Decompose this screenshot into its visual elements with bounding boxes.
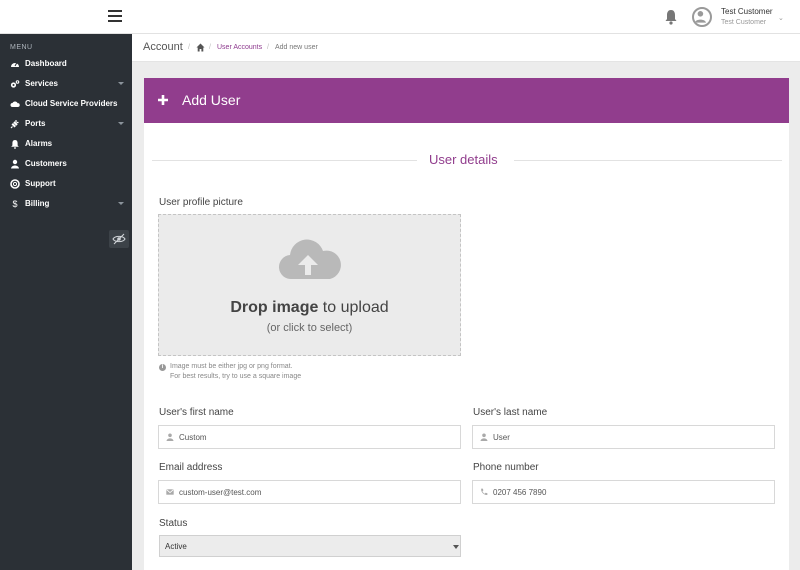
- section-divider: [152, 160, 417, 161]
- phone-icon: [481, 488, 488, 495]
- breadcrumb-separator: /: [209, 44, 211, 51]
- panel-title: Add User: [182, 92, 241, 108]
- sidebar-item-label: Support: [25, 179, 56, 188]
- image-hint-line-1: Image must be either jpg or png format.: [170, 363, 293, 370]
- sidebar-item-label: Customers: [25, 159, 67, 168]
- sidebar-item-label: Dashboard: [25, 59, 67, 68]
- phone-input[interactable]: [493, 484, 763, 500]
- status-select-value: Active: [165, 542, 187, 551]
- sidebar-item-label: Services: [25, 79, 58, 88]
- sidebar-item-label: Cloud Service Providers: [25, 99, 118, 108]
- panel-header: Add User: [144, 78, 789, 123]
- breadcrumb-current: Add new user: [275, 44, 318, 51]
- sidebar-collapse-toggle[interactable]: [109, 230, 129, 248]
- chevron-down-icon: [118, 122, 124, 125]
- email-label: Email address: [159, 462, 223, 473]
- last-name-field[interactable]: [472, 425, 775, 449]
- plug-icon: [10, 120, 19, 129]
- sidebar-item-alarms[interactable]: Alarms: [0, 134, 132, 154]
- home-icon[interactable]: [196, 43, 205, 52]
- phone-label: Phone number: [473, 462, 539, 473]
- plus-icon: [158, 95, 168, 105]
- eye-slash-icon: [112, 233, 126, 245]
- caret-down-icon: [453, 545, 459, 549]
- last-name-input[interactable]: [493, 429, 763, 445]
- sidebar-item-ports[interactable]: Ports: [0, 114, 132, 134]
- user-icon: [480, 433, 488, 441]
- menu-heading: MENU: [10, 44, 33, 51]
- chevron-down-icon: [118, 82, 124, 85]
- first-name-field[interactable]: [158, 425, 461, 449]
- chevron-down-icon[interactable]: ⌄: [778, 14, 784, 22]
- sidebar-item-label: Ports: [25, 119, 46, 128]
- profile-picture-label: User profile picture: [159, 197, 243, 208]
- life-ring-icon: [10, 179, 20, 189]
- sidebar-item-label: Billing: [25, 199, 50, 208]
- user-icon: [166, 433, 174, 441]
- first-name-label: User's first name: [159, 407, 234, 418]
- sidebar-item-services[interactable]: Services: [0, 74, 132, 94]
- chevron-down-icon: [118, 202, 124, 205]
- breadcrumb-separator: /: [188, 44, 190, 51]
- envelope-icon: [166, 489, 174, 495]
- sidebar-item-support[interactable]: Support: [0, 174, 132, 194]
- drop-subtext: (or click to select): [266, 322, 353, 334]
- sidebar-item-cloud-service-providers[interactable]: Cloud Service Providers: [0, 94, 132, 114]
- breadcrumb: Account / / User Accounts / Add new user: [132, 34, 800, 62]
- email-field[interactable]: [158, 480, 461, 504]
- sidebar-item-dashboard[interactable]: Dashboard: [0, 54, 132, 74]
- hamburger-menu-icon[interactable]: [108, 10, 122, 24]
- last-name-label: User's last name: [473, 407, 548, 418]
- user-icon: [11, 159, 19, 169]
- drop-text-bold: Drop image: [230, 299, 319, 316]
- email-input[interactable]: [179, 484, 449, 500]
- cogs-icon: [10, 80, 20, 88]
- add-user-panel: Add User User details User profile pictu…: [144, 78, 789, 570]
- status-label: Status: [159, 518, 188, 529]
- section-divider: [514, 160, 782, 161]
- sidebar-item-label: Alarms: [25, 139, 53, 148]
- phone-field[interactable]: [472, 480, 775, 504]
- drop-text-rest: to upload: [318, 299, 389, 316]
- first-name-input[interactable]: [179, 429, 449, 445]
- sidebar-item-customers[interactable]: Customers: [0, 154, 132, 174]
- image-dropzone[interactable]: Drop image to upload (or click to select…: [158, 214, 461, 356]
- cloud-icon: [10, 101, 20, 107]
- section-title: User details: [429, 152, 498, 167]
- sidebar: MENU Dashboard Services Cloud Service Pr…: [0, 34, 132, 570]
- notification-bell-icon[interactable]: [664, 9, 678, 25]
- dashboard-icon: [11, 62, 19, 67]
- breadcrumb-separator: /: [267, 44, 269, 51]
- top-bar: Test Customer Test Customer ⌄: [0, 0, 800, 34]
- dollar-icon: $: [12, 199, 18, 209]
- breadcrumb-link-user-accounts[interactable]: User Accounts: [217, 44, 262, 51]
- info-icon: i: [159, 364, 166, 371]
- cloud-upload-icon: [278, 239, 341, 280]
- page-title: Account: [143, 41, 183, 53]
- status-select[interactable]: Active: [159, 535, 461, 557]
- avatar[interactable]: [692, 7, 712, 27]
- image-hint-line-2: For best results, try to use a square im…: [170, 373, 302, 380]
- bell-icon: [11, 140, 19, 149]
- sidebar-item-billing[interactable]: $ Billing: [0, 194, 132, 214]
- drop-text: Drop image to upload: [159, 299, 460, 317]
